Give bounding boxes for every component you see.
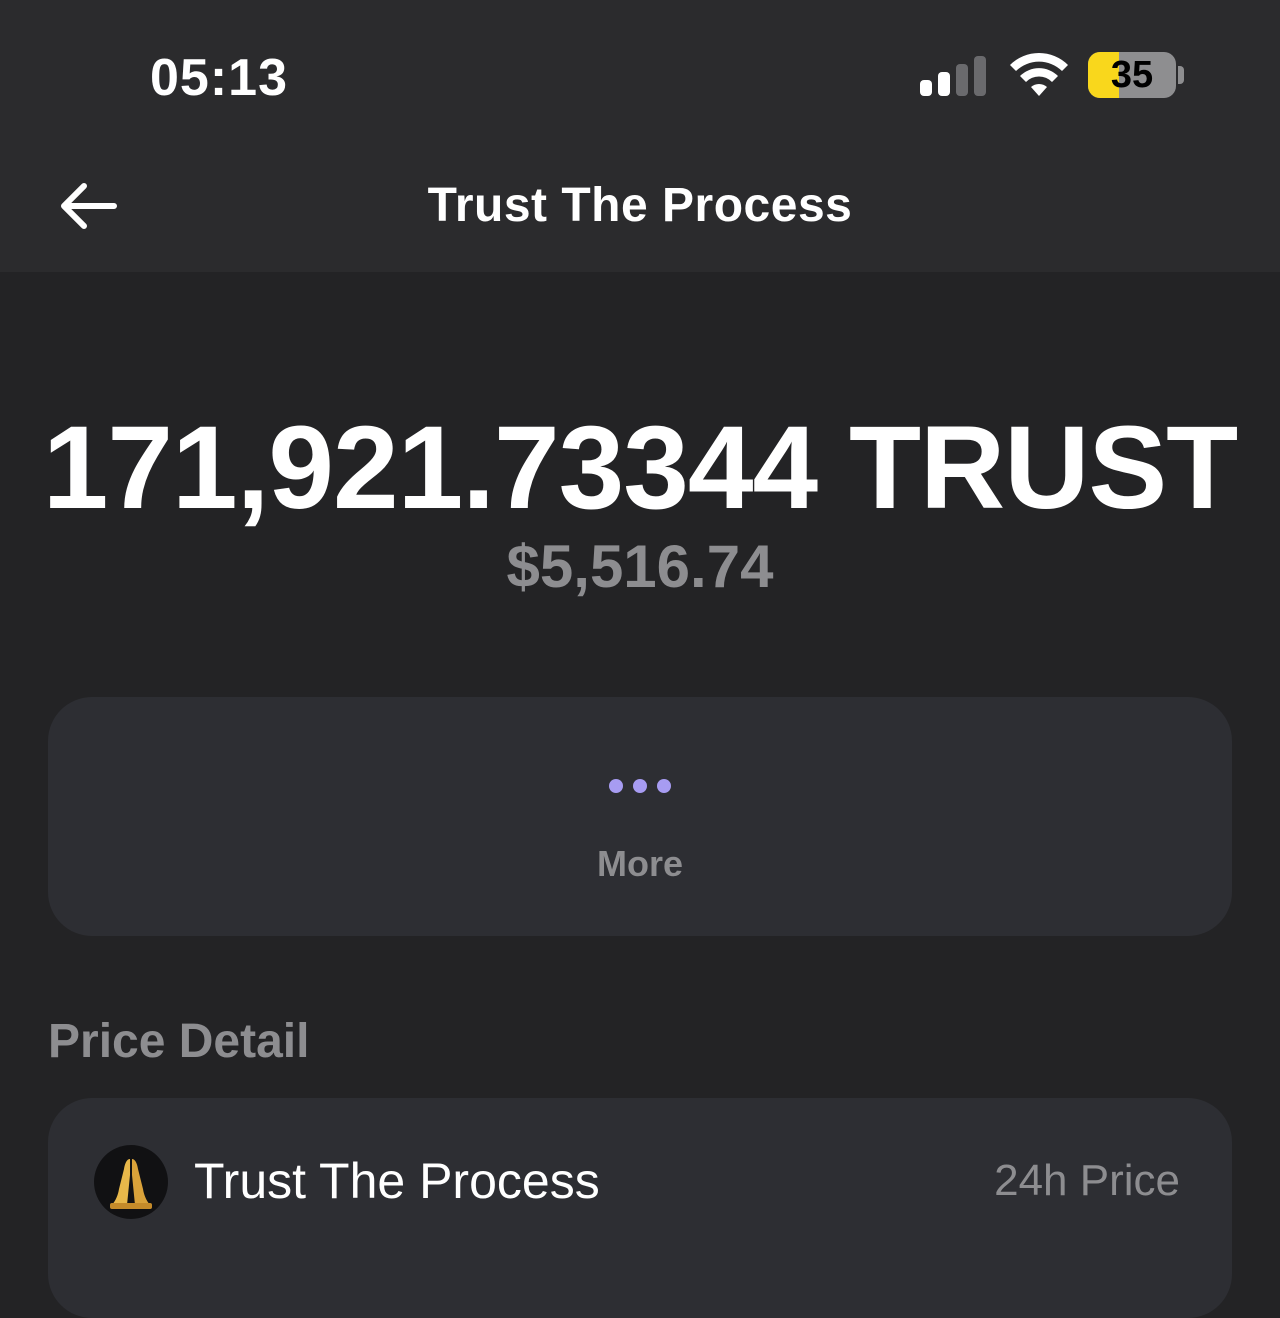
price-period-label: 24h Price bbox=[994, 1156, 1180, 1205]
nav-bar: Trust The Process bbox=[0, 140, 1280, 272]
signal-bar bbox=[938, 72, 950, 96]
more-label: More bbox=[596, 843, 683, 884]
status-time: 05:13 bbox=[150, 49, 288, 107]
status-bar: 05:13 35 bbox=[0, 0, 1280, 140]
price-detail-card[interactable]: Trust The Process 24h Price bbox=[48, 1098, 1232, 1318]
signal-bar bbox=[920, 80, 932, 96]
battery-tip bbox=[1178, 66, 1184, 84]
more-dots-icon bbox=[48, 779, 1232, 793]
more-button[interactable]: More bbox=[48, 697, 1232, 936]
cellular-signal-icon bbox=[920, 56, 990, 96]
wifi-icon bbox=[1010, 52, 1068, 96]
token-balance: 171,921.73344 TRUST bbox=[42, 402, 1239, 534]
token-name: Trust The Process bbox=[194, 1153, 600, 1209]
dot bbox=[633, 779, 647, 793]
price-detail-heading: Price Detail bbox=[48, 1015, 310, 1068]
dot bbox=[657, 779, 671, 793]
dot bbox=[609, 779, 623, 793]
signal-bar bbox=[974, 56, 986, 96]
battery-level: 35 bbox=[1110, 54, 1154, 96]
folded-hands-icon bbox=[110, 1159, 152, 1209]
battery-icon: 35 bbox=[1088, 52, 1176, 98]
signal-bar bbox=[956, 64, 968, 96]
token-avatar bbox=[94, 1145, 168, 1219]
page-title: Trust The Process bbox=[427, 179, 853, 232]
fiat-balance: $5,516.74 bbox=[506, 533, 774, 600]
